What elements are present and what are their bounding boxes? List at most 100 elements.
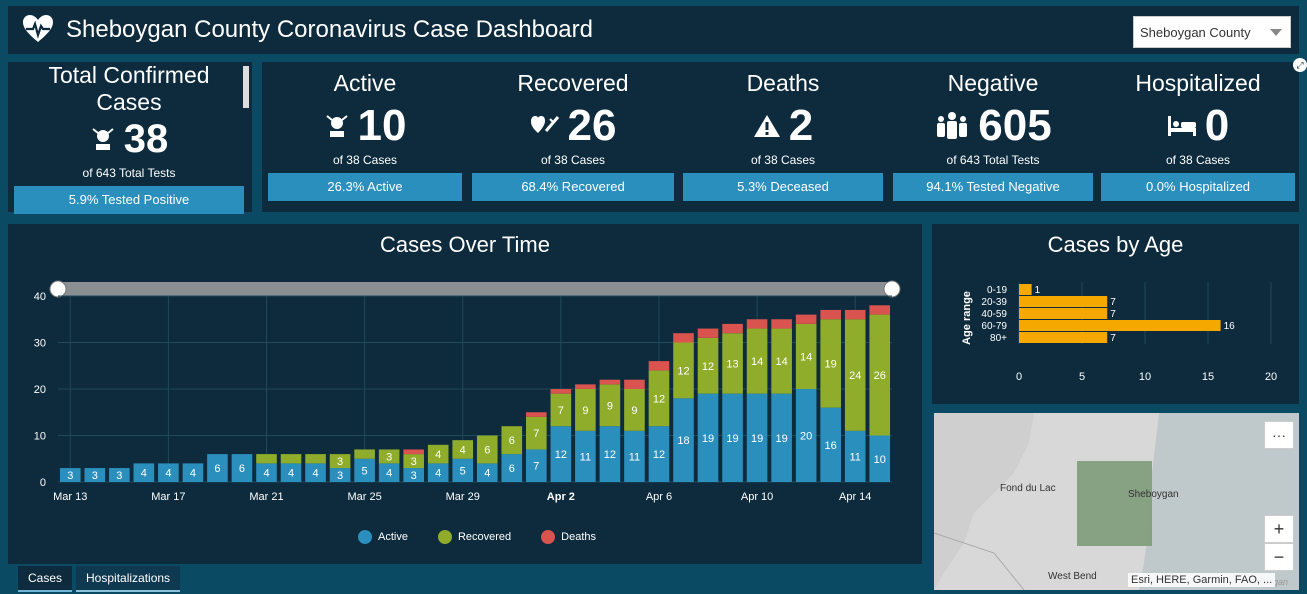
bar-data-label: 4 bbox=[386, 468, 392, 480]
bar-data-label: 4 bbox=[288, 468, 294, 480]
header: Sheboygan County Coronavirus Case Dashbo… bbox=[8, 6, 1299, 54]
hospital-bed-icon bbox=[1167, 114, 1197, 138]
x-tick-label: 0 bbox=[1016, 371, 1022, 383]
x-tick-label: Apr 10 bbox=[741, 491, 773, 503]
bar-data-label: 3 bbox=[386, 451, 392, 463]
cases-by-age-chart: 0 5 10 15 20 Age range 0-19 1 20-39 7 40-59 7 60-79 1… bbox=[961, 282, 1277, 383]
stat-deaths: Deaths 2 of 38 Cases 5.3% Deceased bbox=[680, 70, 886, 201]
bar-data-label: 7 bbox=[1110, 309, 1116, 320]
stat-value: 26 bbox=[567, 101, 617, 150]
bar-data-label: 14 bbox=[775, 356, 787, 368]
bar-data-label: 4 bbox=[312, 468, 318, 480]
bar-data-label: 14 bbox=[751, 356, 763, 368]
y-tick-label: 0-19 bbox=[987, 285, 1007, 296]
stat-value: 10 bbox=[357, 101, 407, 150]
stat-bar: 0.0% Hospitalized bbox=[1101, 173, 1295, 201]
bar-deaths bbox=[820, 309, 841, 320]
bar-recovered bbox=[280, 454, 302, 464]
map-more-button[interactable]: ··· bbox=[1264, 421, 1294, 449]
x-tick-label: 5 bbox=[1079, 371, 1085, 383]
y-tick-label: 20-39 bbox=[981, 297, 1007, 308]
tab-bar: Cases Hospitalizations bbox=[18, 566, 181, 592]
bar-data-label: 19 bbox=[726, 433, 738, 445]
stat-label: Recovered bbox=[517, 70, 629, 96]
map[interactable]: Fond du Lac Sheboygan West Bend Michigan… bbox=[934, 413, 1299, 590]
age-bar bbox=[1019, 308, 1108, 319]
people-icon bbox=[934, 111, 970, 141]
range-slider-end-handle[interactable] bbox=[883, 280, 901, 298]
bar-deaths bbox=[599, 379, 621, 385]
stat-sub: of 38 Cases bbox=[332, 153, 398, 167]
cases-over-time-title: Cases Over Time bbox=[380, 232, 550, 257]
bar-data-label: 4 bbox=[141, 468, 147, 480]
bar-data-label: 4 bbox=[190, 468, 196, 480]
x-tick-label: Mar 21 bbox=[249, 491, 283, 503]
hearts-recovery-icon bbox=[530, 113, 560, 139]
stat-sub: of 38 Cases bbox=[540, 153, 606, 167]
bar-data-label: 19 bbox=[825, 358, 837, 370]
stat-hospitalized: Hospitalized 0 of 38 Cases 0.0% Hospital… bbox=[1098, 70, 1298, 201]
stat-active: Active 10 of 38 Cases 26.3% Active bbox=[262, 70, 468, 201]
zoom-out-button[interactable]: − bbox=[1264, 543, 1294, 571]
bar-data-label: 9 bbox=[607, 400, 613, 412]
bar-deaths bbox=[746, 319, 768, 329]
bar-data-label: 9 bbox=[582, 405, 588, 417]
bar-deaths bbox=[722, 323, 743, 334]
tab-cases[interactable]: Cases bbox=[18, 566, 73, 592]
heart-pulse-icon bbox=[23, 15, 53, 42]
bar-data-label: 7 bbox=[533, 461, 539, 473]
bar-data-label: 3 bbox=[337, 456, 343, 468]
stat-bar: 68.4% Recovered bbox=[472, 173, 674, 201]
bar-data-label: 4 bbox=[484, 468, 490, 480]
zoom-in-button[interactable]: + bbox=[1264, 515, 1294, 543]
expand-icon[interactable]: ⤢ bbox=[1293, 58, 1307, 72]
stat-sub: of 38 Cases bbox=[1165, 153, 1231, 167]
county-select[interactable]: Sheboygan County bbox=[1133, 16, 1291, 48]
x-tick-label: Apr 6 bbox=[646, 491, 672, 503]
legend-label: Deaths bbox=[561, 531, 597, 543]
tab-hospitalizations[interactable]: Hospitalizations bbox=[76, 566, 181, 592]
x-tick-label: 10 bbox=[1139, 371, 1151, 383]
stat-value: 605 bbox=[978, 101, 1052, 150]
bar-data-label: 12 bbox=[653, 393, 665, 405]
bar-data-label: 10 bbox=[874, 454, 886, 466]
bar-data-label: 9 bbox=[631, 405, 637, 417]
bar-data-label: 24 bbox=[849, 370, 861, 382]
y-tick-label: 80+ bbox=[990, 333, 1007, 344]
bar-deaths bbox=[575, 384, 596, 389]
bar-data-label: 3 bbox=[67, 470, 73, 482]
bar-data-label: 12 bbox=[604, 449, 616, 461]
bar-deaths bbox=[844, 309, 866, 320]
legend-active[interactable]: Active bbox=[358, 530, 408, 544]
stat-label: Deaths bbox=[746, 70, 820, 96]
person-virus-icon bbox=[90, 126, 116, 152]
page-title: Sheboygan County Coronavirus Case Dashbo… bbox=[66, 16, 593, 43]
bar-data-label: 6 bbox=[484, 444, 490, 456]
bar-data-label: 19 bbox=[702, 433, 714, 445]
bar-data-label: 12 bbox=[653, 449, 665, 461]
stat-negative: Negative 605 of 643 Total Tests 94.1% Te… bbox=[890, 70, 1096, 201]
cases-over-time-chart: 0 10 20 30 40 Mar 13 Mar 17 Mar 21 Mar 25 Mar 29 A… bbox=[34, 280, 901, 503]
range-slider-start-handle[interactable] bbox=[49, 280, 67, 298]
x-tick-label: 15 bbox=[1202, 371, 1214, 383]
y-tick-label: 60-79 bbox=[981, 321, 1007, 332]
legend-recovered[interactable]: Recovered bbox=[437, 530, 512, 544]
chart-legend: Active Recovered Deaths bbox=[358, 530, 596, 544]
age-bar bbox=[1019, 296, 1108, 307]
bar-deaths bbox=[624, 379, 645, 389]
stat-sub: of 643 Total Tests bbox=[82, 166, 176, 180]
map-label-west-bend: West Bend bbox=[1048, 571, 1097, 582]
bar-deaths bbox=[403, 449, 424, 455]
legend-deaths[interactable]: Deaths bbox=[541, 530, 596, 544]
bar-data-label: 3 bbox=[92, 470, 98, 482]
bar-data-label: 12 bbox=[702, 361, 714, 373]
legend-label: Recovered bbox=[457, 531, 512, 543]
bar-deaths bbox=[526, 412, 547, 417]
bar-data-label: 4 bbox=[435, 468, 441, 480]
legend-swatch bbox=[541, 530, 556, 544]
chevron-down-icon bbox=[1270, 29, 1282, 36]
legend-swatch bbox=[358, 530, 372, 544]
bar-data-label: 19 bbox=[751, 433, 763, 445]
stat-label: Total Confirmed Cases bbox=[48, 62, 210, 115]
x-tick-label: Mar 17 bbox=[151, 491, 185, 503]
